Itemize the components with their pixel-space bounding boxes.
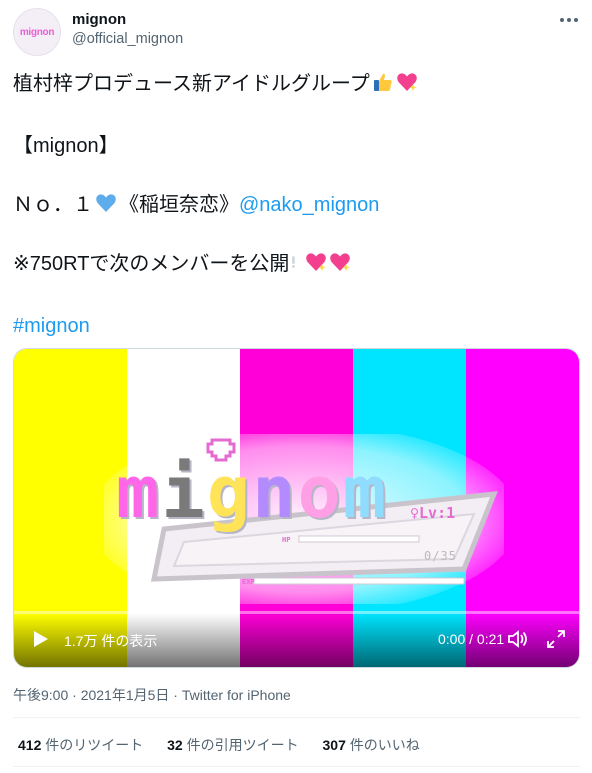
quotes-label: 件の引用ツイート — [182, 737, 299, 753]
tweet-line-1: 植村梓プロデュース新アイドルグループ — [13, 70, 418, 98]
fullscreen-icon[interactable] — [544, 627, 568, 651]
video-controls: 1.7万 件の表示 0:00 / 0:21 — [14, 613, 579, 667]
likes-count: 307 — [322, 737, 346, 753]
tweet-source[interactable]: Twitter for iPhone — [182, 687, 291, 703]
tweet-number-text: Ｎｏ．１ — [13, 194, 93, 216]
mignon-logo: mignom ♀Lv:1 HP 0/35 EXP — [104, 434, 504, 604]
divider — [13, 717, 580, 718]
engagement-stats: 412 件のリツイート 32 件の引用ツイート 307 件のいいね — [18, 735, 440, 755]
tweet-line-1-text: 植村梓プロデュース新アイドルグループ — [13, 73, 370, 95]
avatar-logo-text: mignon — [19, 26, 55, 38]
sparkling-heart-icon — [397, 73, 417, 91]
likes-stat[interactable]: 307 件のいいね — [323, 737, 420, 753]
tweet-line-2: 【mignon】 — [13, 135, 119, 157]
tweet-meta: 午後9:00 · 2021年1月5日 · Twitter for iPhone — [13, 685, 291, 705]
tweet-timestamp[interactable]: 午後9:00 · 2021年1月5日 · — [13, 687, 182, 703]
logo-letter: n — [252, 450, 298, 534]
video-time: 0:00 / 0:21 — [438, 631, 505, 647]
logo-text: mignom — [116, 456, 388, 528]
quotes-count: 32 — [167, 737, 183, 753]
logo-letter: i — [161, 450, 207, 534]
volume-icon[interactable] — [506, 627, 530, 651]
retweets-label: 件のリツイート — [41, 737, 144, 753]
view-count: 1.7万 件の表示 — [64, 633, 158, 649]
member-name-text: 《稲垣奈恋》 — [119, 194, 239, 216]
tweet-line-4-text: ※750RTで次のメンバーを公開 — [13, 253, 290, 275]
exclamation-icon — [292, 256, 296, 268]
quotes-stat[interactable]: 32 件の引用ツイート — [167, 737, 298, 753]
logo-letter: o — [297, 450, 343, 534]
hp-label: HP — [282, 536, 291, 544]
logo-letter: g — [206, 450, 253, 534]
video-player[interactable]: mignom ♀Lv:1 HP 0/35 EXP 1.7万 件の表示 0:00 … — [13, 348, 580, 668]
sparkling-heart-icon — [306, 253, 327, 271]
logo-letter: m — [342, 450, 389, 534]
hashtag-link[interactable]: #mignon — [13, 312, 90, 340]
divider — [13, 766, 580, 767]
thumbs-up-icon — [373, 73, 392, 91]
author-display-name[interactable]: mignon — [72, 11, 126, 28]
retweets-count: 412 — [18, 737, 42, 753]
more-options-icon[interactable] — [558, 14, 580, 26]
author-handle[interactable]: @official_mignon — [72, 31, 183, 47]
likes-label: 件のいいね — [345, 737, 420, 753]
blue-heart-icon — [96, 194, 116, 212]
mention-link[interactable]: @nako_mignon — [239, 194, 379, 216]
avatar[interactable]: mignon — [13, 8, 61, 56]
xp-counter: 0/35 — [424, 549, 457, 563]
sparkling-heart-icon — [330, 253, 351, 271]
play-icon[interactable] — [28, 627, 52, 651]
tweet-line-3: Ｎｏ．１ 《稲垣奈恋》@nako_mignon — [13, 191, 379, 219]
exp-label: EXP — [242, 578, 255, 586]
tweet-line-4: ※750RTで次のメンバーを公開 — [13, 250, 351, 278]
level-label: ♀Lv:1 — [410, 504, 456, 522]
retweets-stat[interactable]: 412 件のリツイート — [18, 737, 143, 753]
logo-letter: m — [116, 450, 162, 534]
